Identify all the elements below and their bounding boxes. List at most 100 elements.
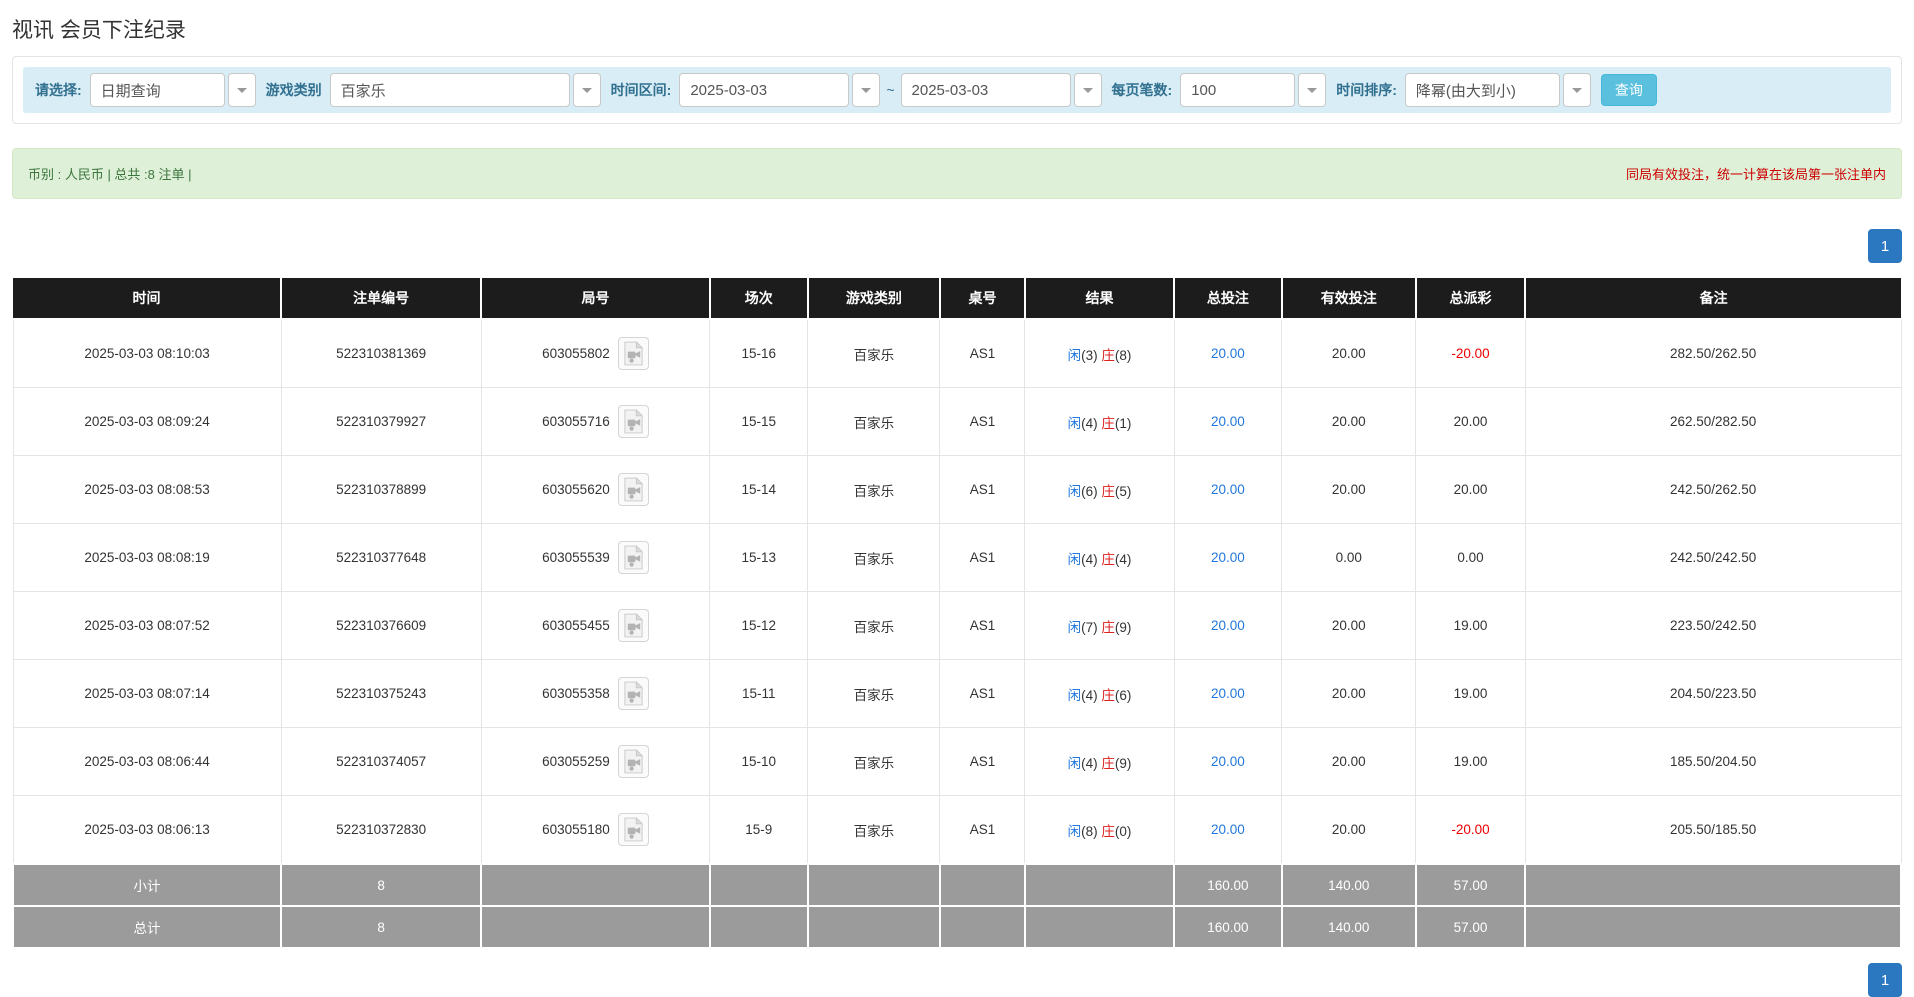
banker-count: (4)	[1114, 551, 1132, 567]
cell-game-type: 百家乐	[807, 727, 941, 796]
player-count: (3)	[1081, 347, 1098, 363]
sort-select[interactable]: 降幂(由大到小)	[1404, 73, 1591, 107]
table-row: 2025-03-03 08:08:53 522310378899 603055620…	[12, 455, 1902, 524]
video-file-icon	[624, 749, 643, 774]
date-from-select[interactable]: 2025-03-03	[679, 73, 881, 107]
total-bet-link[interactable]: 20.00	[1211, 618, 1245, 633]
cell-payout: -20.00	[1415, 318, 1526, 388]
result-banker: 庄(9)	[1101, 620, 1131, 635]
play-video-button[interactable]	[617, 473, 649, 506]
round-no-wrap: 603055802	[488, 337, 703, 370]
cell-table-no: AS1	[939, 727, 1026, 796]
date-to-value[interactable]: 2025-03-03	[900, 73, 1071, 107]
round-no-wrap: 603055259	[488, 745, 703, 778]
banker-count: (9)	[1114, 755, 1132, 771]
game-type-value[interactable]: 百家乐	[329, 73, 570, 107]
play-video-button[interactable]	[617, 677, 649, 710]
page-size-value[interactable]: 100	[1180, 73, 1296, 107]
result-banker: 庄(0)	[1101, 824, 1131, 839]
sort-value[interactable]: 降幂(由大到小)	[1404, 73, 1560, 107]
date-to-dropdown-button[interactable]	[1073, 73, 1102, 107]
banker-count: (9)	[1114, 619, 1132, 635]
column-header: 备注	[1525, 278, 1901, 320]
cell-time: 2025-03-03 08:08:19	[12, 523, 282, 592]
game-type-dropdown-button[interactable]	[572, 73, 601, 107]
cell-game-type: 百家乐	[807, 387, 941, 456]
sort-dropdown-button[interactable]	[1562, 73, 1591, 107]
subtotal-row-cell: 57.00	[1414, 863, 1527, 907]
total-bet-link[interactable]: 20.00	[1211, 414, 1245, 429]
total-bet-link[interactable]: 20.00	[1211, 482, 1245, 497]
cell-total-bet: 20.00	[1173, 318, 1283, 388]
chevron-down-icon	[1571, 87, 1582, 93]
column-header: 总投注	[1174, 278, 1283, 320]
page-1-button[interactable]: 1	[1868, 963, 1902, 997]
player-char: 闲	[1067, 619, 1082, 635]
total-bet-link[interactable]: 20.00	[1211, 686, 1245, 701]
round-no-wrap: 603055539	[488, 541, 703, 574]
cell-round-no: 603055259	[480, 727, 711, 796]
cell-valid-bet: 20.00	[1281, 591, 1417, 660]
query-type-select[interactable]: 日期查询	[89, 73, 256, 107]
column-header: 结果	[1024, 278, 1176, 320]
chevron-down-icon	[1082, 87, 1093, 93]
page-size-select[interactable]: 100	[1180, 73, 1327, 107]
cell-game-type: 百家乐	[807, 659, 941, 728]
result-player: 闲(7)	[1068, 620, 1098, 635]
banker-count: (5)	[1114, 483, 1132, 499]
subtotal-row-cell	[1524, 863, 1902, 907]
round-no-text: 603055358	[542, 686, 610, 701]
column-header: 游戏类别	[807, 278, 941, 320]
cell-total-bet: 20.00	[1173, 727, 1283, 796]
total-bet-link[interactable]: 20.00	[1211, 822, 1245, 837]
total-row-cell	[708, 905, 809, 949]
play-video-button[interactable]	[617, 541, 649, 574]
player-char: 闲	[1067, 551, 1082, 567]
total-bet-link[interactable]: 20.00	[1211, 346, 1245, 361]
play-video-button[interactable]	[617, 745, 649, 778]
cell-payout: -20.00	[1415, 795, 1526, 865]
page-size-dropdown-button[interactable]	[1298, 73, 1327, 107]
result-player: 闲(8)	[1068, 824, 1098, 839]
total-row-cell: 总计	[11, 905, 283, 949]
cell-time: 2025-03-03 08:10:03	[12, 318, 282, 388]
table-row: 2025-03-03 08:09:24 522310379927 603055716…	[12, 387, 1902, 456]
round-no-text: 603055180	[542, 822, 610, 837]
cell-payout: 0.00	[1415, 523, 1526, 592]
cell-total-bet: 20.00	[1173, 387, 1283, 456]
cell-session: 15-12	[709, 591, 809, 660]
play-video-button[interactable]	[617, 405, 649, 438]
query-type-value[interactable]: 日期查询	[89, 73, 225, 107]
total-row-cell	[1023, 905, 1176, 949]
total-row-cell	[1524, 905, 1902, 949]
total-bet-link[interactable]: 20.00	[1211, 754, 1245, 769]
player-count: (4)	[1081, 551, 1098, 567]
date-from-dropdown-button[interactable]	[852, 73, 881, 107]
search-button[interactable]: 查询	[1600, 74, 1657, 106]
total-bet-link[interactable]: 20.00	[1211, 550, 1245, 565]
result-player: 闲(4)	[1068, 416, 1098, 431]
round-no-wrap: 603055358	[488, 677, 703, 710]
play-video-button[interactable]	[617, 813, 649, 846]
player-count: (4)	[1081, 687, 1098, 703]
page-1-button[interactable]: 1	[1868, 229, 1902, 263]
cell-bet-no: 522310372830	[280, 795, 482, 865]
player-count: (6)	[1081, 483, 1098, 499]
table-row: 2025-03-03 08:08:19 522310377648 603055539…	[12, 523, 1902, 592]
page-size-label: 每页笔数:	[1111, 82, 1173, 98]
cell-valid-bet: 20.00	[1281, 795, 1417, 865]
cell-game-type: 百家乐	[807, 591, 941, 660]
play-video-button[interactable]	[617, 609, 649, 642]
result-banker: 庄(9)	[1101, 756, 1131, 771]
banker-char: 庄	[1101, 755, 1115, 771]
cell-valid-bet: 20.00	[1281, 387, 1417, 456]
date-to-select[interactable]: 2025-03-03	[900, 73, 1102, 107]
play-video-button[interactable]	[617, 337, 649, 370]
cell-total-bet: 20.00	[1173, 523, 1283, 592]
column-header: 桌号	[939, 278, 1026, 320]
query-type-dropdown-button[interactable]	[227, 73, 256, 107]
cell-remark: 282.50/262.50	[1524, 318, 1902, 388]
date-from-value[interactable]: 2025-03-03	[679, 73, 850, 107]
total-row-cell: 140.00	[1280, 905, 1417, 949]
game-type-select[interactable]: 百家乐	[329, 73, 601, 107]
